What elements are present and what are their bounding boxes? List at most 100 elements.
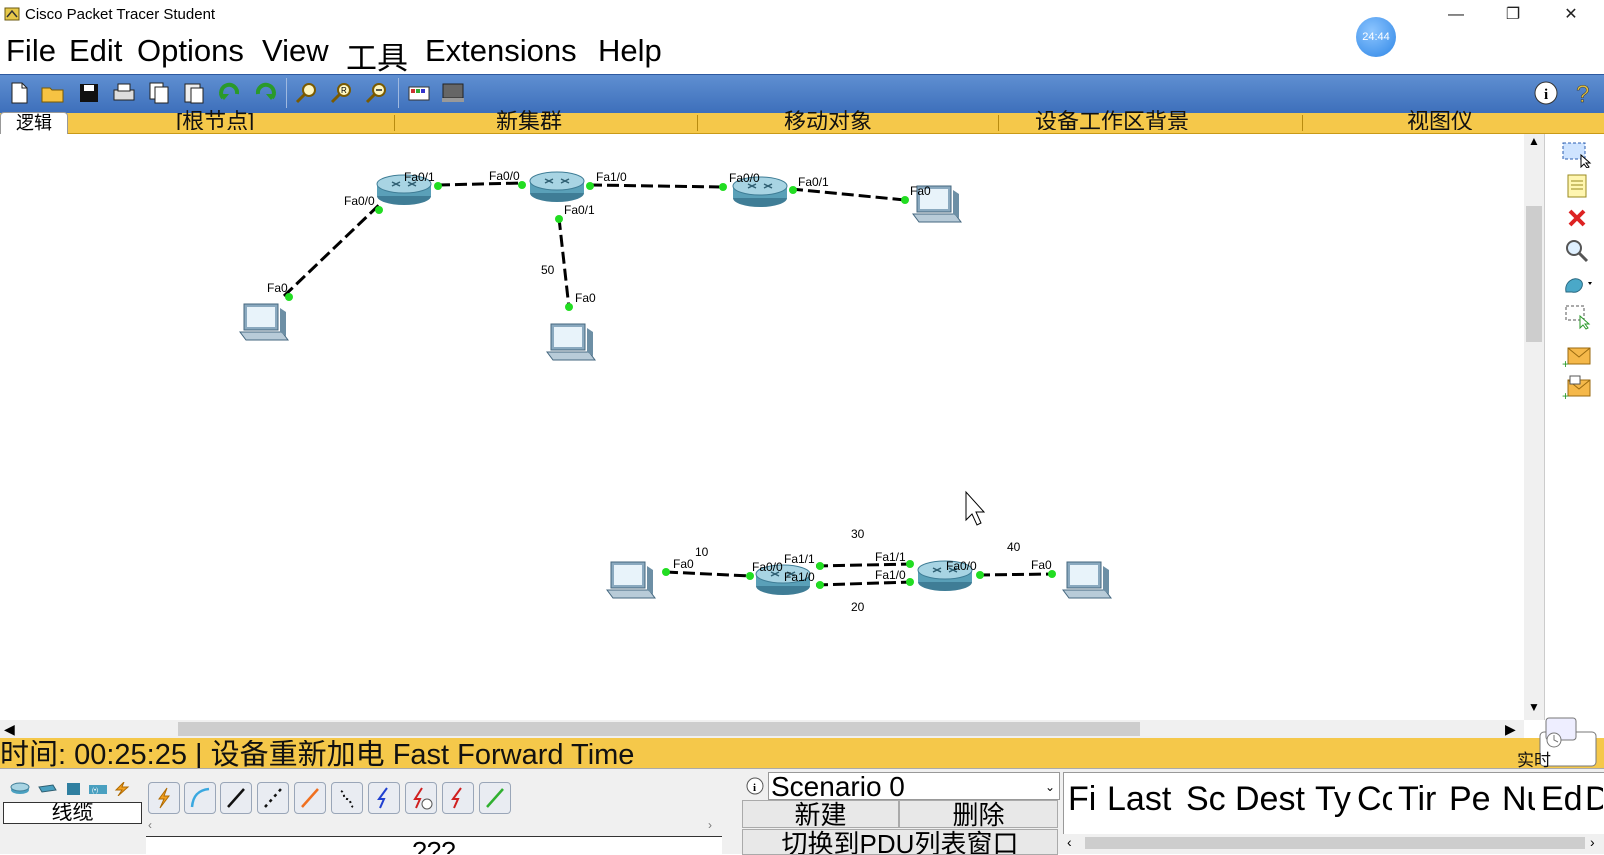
scroll-right-icon[interactable]: › bbox=[1590, 834, 1595, 850]
column-header-periodic[interactable]: Pe bbox=[1449, 780, 1496, 819]
open-folder-icon[interactable] bbox=[40, 80, 66, 106]
column-header-num[interactable]: Nu bbox=[1502, 780, 1535, 819]
scenario-select[interactable]: Scenario 0 ⌄ bbox=[768, 772, 1060, 800]
link-r4-r5-a[interactable] bbox=[815, 562, 913, 568]
column-header-edit[interactable]: Ed bbox=[1541, 780, 1581, 819]
menu-view[interactable]: View bbox=[262, 33, 329, 69]
column-header-color[interactable]: Co bbox=[1357, 780, 1392, 819]
column-header-destination[interactable]: Dest bbox=[1235, 780, 1310, 819]
router-r2[interactable] bbox=[529, 171, 585, 203]
scroll-left-icon[interactable]: ‹ bbox=[148, 818, 152, 832]
zoom-in-icon[interactable] bbox=[294, 80, 320, 106]
new-cluster-button[interactable]: 新集群 bbox=[496, 110, 562, 130]
custom-device-icon[interactable] bbox=[440, 80, 466, 106]
pc-4[interactable] bbox=[606, 561, 656, 599]
link-r1-pc1[interactable] bbox=[282, 203, 381, 298]
paste-icon[interactable] bbox=[181, 80, 207, 106]
hubs-category-icon[interactable] bbox=[64, 782, 84, 796]
vertical-scrollbar[interactable]: ▲ ▼ bbox=[1524, 134, 1544, 720]
cable-auto[interactable] bbox=[148, 782, 180, 814]
wireless-category-icon[interactable]: (•) bbox=[88, 782, 108, 796]
link-r3-pc3[interactable] bbox=[790, 187, 906, 202]
cable-crossover[interactable] bbox=[257, 782, 289, 814]
copy-icon[interactable] bbox=[146, 80, 172, 106]
column-header-time[interactable]: Tir bbox=[1398, 780, 1444, 819]
pc-1[interactable] bbox=[239, 303, 289, 341]
cable-fiber[interactable] bbox=[294, 782, 326, 814]
cable-phone[interactable] bbox=[331, 782, 363, 814]
pdu-scroll-thumb[interactable] bbox=[1085, 837, 1585, 849]
draw-shape-icon[interactable] bbox=[1560, 270, 1594, 298]
set-background-button[interactable]: 设备工作区背景 bbox=[1035, 110, 1189, 130]
column-header-type[interactable]: Ty bbox=[1315, 780, 1351, 819]
cable-scrollbar[interactable]: ‹ › bbox=[146, 818, 722, 834]
print-icon[interactable] bbox=[111, 80, 137, 106]
add-complex-pdu-icon[interactable]: + bbox=[1560, 374, 1594, 402]
routers-category-icon[interactable] bbox=[10, 782, 30, 796]
connections-category-icon[interactable] bbox=[112, 782, 132, 796]
vertical-scroll-thumb[interactable] bbox=[1526, 206, 1542, 342]
add-simple-pdu-icon[interactable]: + bbox=[1560, 342, 1594, 370]
column-header-source[interactable]: Sc bbox=[1186, 780, 1228, 819]
pc-5[interactable] bbox=[1062, 561, 1112, 599]
resize-icon[interactable] bbox=[1560, 302, 1594, 330]
scroll-left-icon[interactable]: ‹ bbox=[1067, 834, 1072, 850]
link-r1-r2[interactable] bbox=[437, 181, 523, 187]
menu-options[interactable]: Options bbox=[137, 33, 244, 69]
menu-tools[interactable]: 工具 bbox=[346, 33, 408, 78]
undo-icon[interactable] bbox=[217, 80, 243, 106]
tab-logical[interactable]: 逻辑 bbox=[0, 112, 68, 135]
link-r5-pc5[interactable] bbox=[977, 572, 1055, 577]
close-button[interactable]: ✕ bbox=[1548, 2, 1594, 28]
scenario-info-icon[interactable]: i bbox=[745, 776, 765, 796]
column-header-delete[interactable]: D bbox=[1585, 780, 1603, 819]
scroll-right-icon[interactable]: › bbox=[708, 818, 712, 832]
menu-file[interactable]: File bbox=[6, 33, 56, 69]
cable-straight[interactable] bbox=[220, 782, 252, 814]
minimize-button[interactable]: — bbox=[1433, 2, 1479, 28]
menu-extensions[interactable]: Extensions bbox=[425, 33, 577, 69]
cable-serial-dce[interactable] bbox=[405, 782, 437, 814]
cable-console[interactable] bbox=[184, 782, 216, 814]
menu-help[interactable]: Help bbox=[598, 33, 662, 69]
cable-coaxial[interactable] bbox=[368, 782, 400, 814]
restore-button[interactable]: ❐ bbox=[1490, 2, 1536, 28]
link-pc4-r4[interactable] bbox=[665, 570, 751, 578]
menu-edit[interactable]: Edit bbox=[69, 33, 122, 69]
horizontal-scroll-thumb[interactable] bbox=[178, 722, 1140, 736]
delete-icon[interactable] bbox=[1560, 205, 1594, 233]
new-file-icon[interactable] bbox=[6, 80, 32, 106]
link-r2-pc2[interactable] bbox=[557, 217, 571, 309]
zoom-reset-icon[interactable]: R bbox=[329, 80, 355, 106]
move-object-button[interactable]: 移动对象 bbox=[784, 110, 872, 130]
note-icon[interactable] bbox=[1560, 172, 1594, 200]
scroll-left-icon[interactable]: ◀ bbox=[4, 721, 15, 738]
pdu-table-scrollbar[interactable]: ‹ › bbox=[1063, 834, 1604, 852]
port-label: Fa0 bbox=[575, 291, 596, 305]
redo-icon[interactable] bbox=[252, 80, 278, 106]
scroll-right-icon[interactable]: ▶ bbox=[1505, 721, 1516, 738]
delete-scenario-button[interactable]: 删除 bbox=[899, 800, 1058, 828]
column-header-last-status[interactable]: Last bbox=[1107, 780, 1179, 819]
root-node-button[interactable]: [根节点] bbox=[176, 110, 254, 130]
link-r4-r5-b[interactable] bbox=[815, 580, 913, 587]
switches-category-icon[interactable] bbox=[37, 782, 57, 796]
inspect-icon[interactable] bbox=[1560, 237, 1594, 265]
select-icon[interactable] bbox=[1560, 140, 1594, 168]
info-icon[interactable]: i bbox=[1533, 80, 1559, 106]
horizontal-scrollbar[interactable]: ◀ ▶ bbox=[0, 720, 1524, 738]
zoom-out-icon[interactable] bbox=[364, 80, 390, 106]
new-scenario-button[interactable]: 新建 bbox=[742, 800, 899, 828]
scroll-up-icon[interactable]: ▲ bbox=[1524, 134, 1544, 152]
viewport-button[interactable]: 视图仪 bbox=[1407, 110, 1473, 130]
cable-serial-dte[interactable] bbox=[442, 782, 474, 814]
toggle-pdu-list-button[interactable]: 切换到PDU列表窗口 bbox=[742, 829, 1058, 855]
link-r2-r3[interactable] bbox=[589, 183, 724, 189]
column-header-fire[interactable]: Fi bbox=[1068, 780, 1100, 819]
save-icon[interactable] bbox=[76, 80, 102, 106]
cable-octal[interactable] bbox=[479, 782, 511, 814]
logical-workspace[interactable]: Fa0/1 Fa0/0 Fa0/0 Fa1/0 Fa0/1 Fa0/0 Fa0/… bbox=[0, 134, 1524, 720]
palette-icon[interactable] bbox=[406, 80, 432, 106]
help-icon[interactable]: ? bbox=[1570, 80, 1596, 106]
pc-2[interactable] bbox=[546, 323, 596, 361]
